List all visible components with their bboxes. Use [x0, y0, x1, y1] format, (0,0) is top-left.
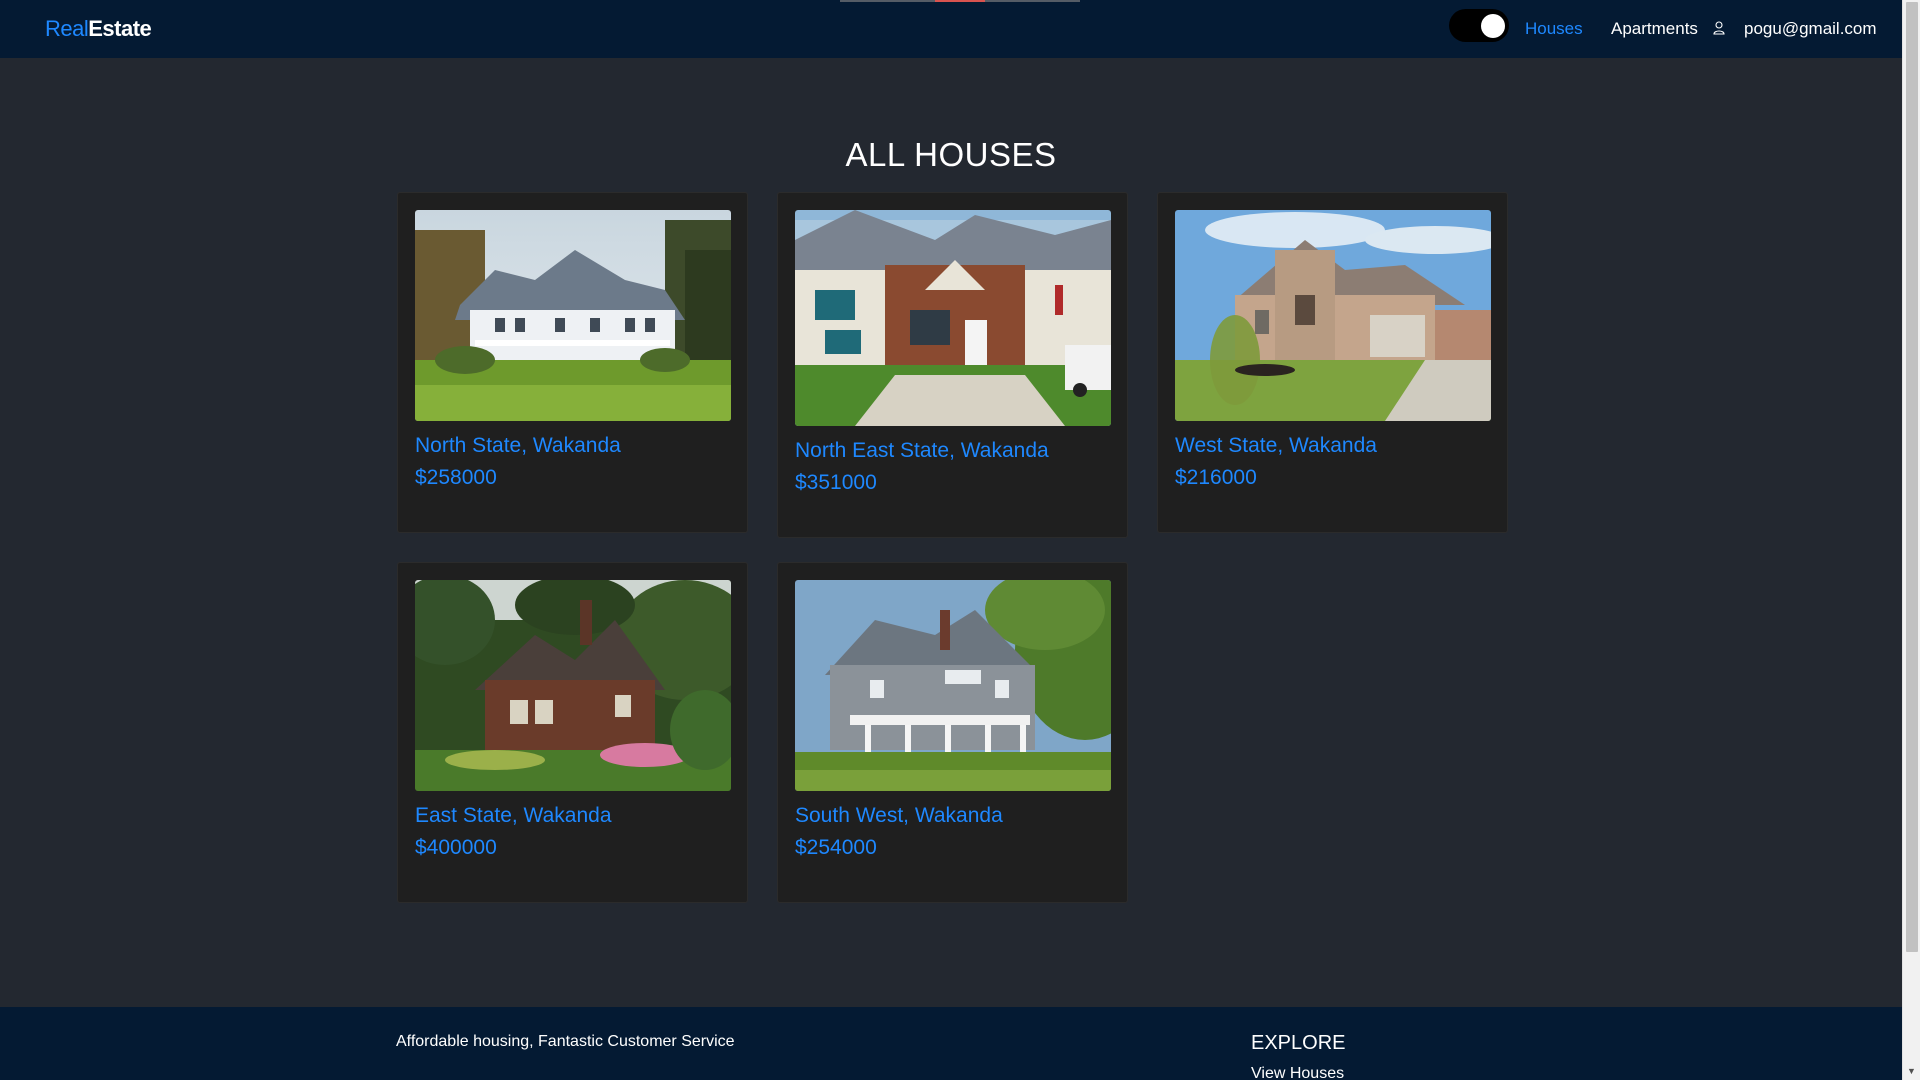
listing-price: $254000: [795, 836, 877, 859]
house-brick-cottage-photo: [415, 580, 731, 791]
nav-user-email[interactable]: pogu@gmail.com: [1744, 19, 1877, 39]
brand-logo-link[interactable]: RealEstate: [45, 16, 152, 42]
listing-card[interactable]: West State, Wakanda $216000: [1157, 192, 1508, 533]
listing-card[interactable]: North State, Wakanda $258000: [397, 192, 748, 533]
listing-card[interactable]: South West, Wakanda $254000: [777, 562, 1128, 903]
footer-explore-heading: EXPLORE: [1251, 1032, 1346, 1054]
brand-name-part-estate: Estate: [88, 16, 152, 41]
house-grey-shingle-photo: [795, 580, 1111, 791]
footer-tagline: Affordable housing, Fantastic Customer S…: [396, 1033, 735, 1050]
navbar: RealEstate Houses Apartments pogu@gmail.…: [0, 0, 1902, 58]
nav-link-houses[interactable]: Houses: [1525, 19, 1583, 39]
vertical-scrollbar[interactable]: ▼: [1902, 0, 1920, 1080]
listing-card[interactable]: North East State, Wakanda $351000: [777, 192, 1128, 538]
footer-link-view-houses[interactable]: View Houses: [1251, 1065, 1344, 1080]
page: RealEstate Houses Apartments pogu@gmail.…: [0, 0, 1902, 1080]
scrollbar-thumb[interactable]: [1906, 2, 1918, 952]
listing-price: $400000: [415, 836, 497, 859]
house-brick-colonial-photo: [795, 210, 1111, 426]
brand-name-part-real: Real: [45, 16, 89, 41]
footer: Affordable housing, Fantastic Customer S…: [0, 1007, 1902, 1080]
user-icon: [1713, 21, 1725, 35]
theme-toggle-switch[interactable]: [1449, 9, 1509, 42]
loading-indicator-accent: [935, 0, 985, 2]
listing-price: $351000: [795, 471, 877, 494]
listing-location: North East State, Wakanda: [795, 439, 1049, 462]
toggle-knob: [1481, 14, 1505, 38]
listing-location: North State, Wakanda: [415, 434, 621, 457]
scroll-down-arrow-icon[interactable]: ▼: [1903, 1063, 1920, 1080]
house-white-farmhouse-photo: [415, 210, 731, 421]
house-stone-suburban-photo: [1175, 210, 1491, 421]
listing-price: $216000: [1175, 466, 1257, 489]
page-title: ALL HOUSES: [845, 136, 1057, 173]
listing-location: South West, Wakanda: [795, 804, 1003, 827]
nav-link-apartments[interactable]: Apartments: [1611, 19, 1698, 39]
listing-location: West State, Wakanda: [1175, 434, 1377, 457]
listing-card[interactable]: East State, Wakanda $400000: [397, 562, 748, 903]
listing-price: $258000: [415, 466, 497, 489]
listing-location: East State, Wakanda: [415, 804, 612, 827]
